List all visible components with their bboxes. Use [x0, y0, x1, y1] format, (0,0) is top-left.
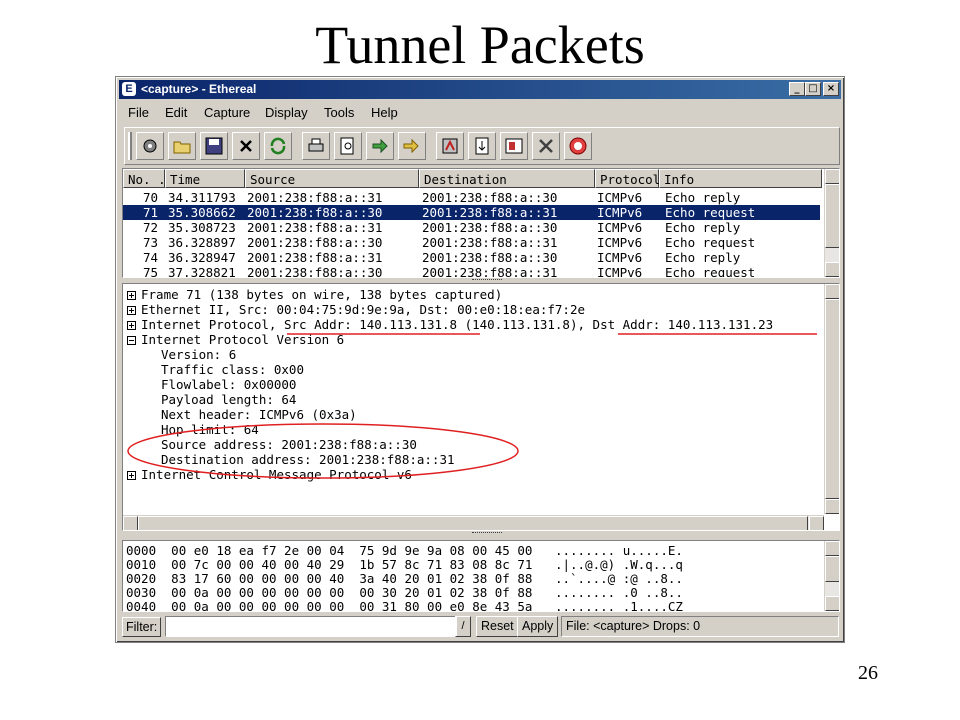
- hex-line[interactable]: 0040 00 0a 00 00 00 00 00 00 00 31 80 00…: [126, 599, 683, 611]
- column-header-source[interactable]: Source: [245, 169, 419, 188]
- status-bar: Filter: / Reset Apply File: <capture> Dr…: [119, 615, 841, 639]
- packet-list-header: No. . Time Source Destination Protocol I…: [123, 169, 823, 189]
- detail-hscrollbar[interactable]: [123, 515, 824, 530]
- packet-row[interactable]: 72 35.308723 2001:238:f88:a::31 2001:238:f8…: [123, 220, 820, 235]
- reload-icon[interactable]: [264, 132, 292, 160]
- prefs-icon[interactable]: [436, 132, 464, 160]
- scroll-up-button[interactable]: [825, 541, 839, 556]
- find-icon[interactable]: [334, 132, 362, 160]
- settings-icon[interactable]: [136, 132, 164, 160]
- slide-title: Tunnel Packets: [315, 15, 645, 75]
- scroll-thumb[interactable]: [825, 184, 839, 248]
- toolbar: [124, 127, 840, 165]
- tools-icon[interactable]: [532, 132, 560, 160]
- filter-input[interactable]: [165, 616, 457, 637]
- filter-dropdown-button[interactable]: /: [455, 616, 471, 637]
- menu-capture[interactable]: Capture: [204, 105, 250, 120]
- filter-icon[interactable]: [468, 132, 496, 160]
- hex-line[interactable]: 0010 00 7c 00 00 40 00 40 29 1b 57 8c 71…: [126, 557, 683, 572]
- app-icon: E: [122, 82, 136, 96]
- title-bar[interactable]: E <capture> - Ethereal _ □ ×: [119, 80, 841, 99]
- hscroll-thumb[interactable]: [138, 516, 808, 530]
- packet-row[interactable]: 74 36.328947 2001:238:f88:a::31 2001:238:f8…: [123, 250, 820, 265]
- column-header-no[interactable]: No. .: [123, 169, 166, 188]
- apply-button[interactable]: Apply: [517, 616, 559, 637]
- page-number: 26: [858, 662, 878, 684]
- packet-list-pane: No. . Time Source Destination Protocol I…: [122, 168, 840, 278]
- open-folder-icon[interactable]: [168, 132, 196, 160]
- splitter-grip[interactable]: [472, 532, 502, 535]
- toolbar-grip[interactable]: [128, 132, 132, 160]
- column-header-time[interactable]: Time: [165, 169, 245, 188]
- menu-file[interactable]: File: [128, 105, 149, 120]
- print-icon[interactable]: [302, 132, 330, 160]
- hex-line[interactable]: 0000 00 e0 18 ea f7 2e 00 04 75 9d 9e 9a…: [126, 543, 683, 558]
- filter-label-button[interactable]: Filter:: [122, 617, 162, 637]
- menu-help[interactable]: Help: [371, 105, 398, 120]
- column-header-protocol[interactable]: Protocol: [595, 169, 660, 188]
- scroll-up-button[interactable]: [825, 169, 839, 184]
- scroll-left-button[interactable]: [123, 516, 138, 530]
- scroll-down-button[interactable]: [825, 499, 839, 514]
- packet-detail-pane: Frame 71 (138 bytes on wire, 138 bytes c…: [122, 283, 840, 531]
- packet-row[interactable]: 73 36.328897 2001:238:f88:a::30 2001:238:f8…: [123, 235, 820, 250]
- maximize-button[interactable]: □: [805, 82, 821, 96]
- menu-edit[interactable]: Edit: [165, 105, 187, 120]
- help-icon[interactable]: [564, 132, 592, 160]
- ethereal-window: E <capture> - Ethereal _ □ × File Edit C…: [115, 76, 845, 643]
- menu-bar: File Edit Capture Display Tools Help: [119, 101, 841, 123]
- detail-scrollbar[interactable]: [824, 284, 839, 514]
- save-icon[interactable]: [200, 132, 228, 160]
- jump-icon[interactable]: [398, 132, 426, 160]
- scroll-thumb[interactable]: [825, 556, 839, 582]
- packet-row-selected[interactable]: 71 35.308662 2001:238:f88:a::30 2001:238:f8…: [123, 205, 820, 220]
- hex-scrollbar[interactable]: [824, 541, 839, 611]
- address-highlight-ellipse: [127, 423, 519, 479]
- go-forward-icon[interactable]: [366, 132, 394, 160]
- reset-button[interactable]: Reset: [476, 616, 519, 637]
- hex-line[interactable]: 0020 83 17 60 00 00 00 00 40 3a 40 20 01…: [126, 571, 683, 586]
- packet-list-scrollbar[interactable]: [824, 169, 839, 277]
- capture-status: File: <capture> Drops: 0: [561, 616, 839, 637]
- menu-tools[interactable]: Tools: [324, 105, 354, 120]
- hex-line[interactable]: 0030 00 0a 00 00 00 00 00 00 00 30 20 01…: [126, 585, 683, 600]
- close-button[interactable]: ×: [823, 82, 839, 96]
- packet-row[interactable]: 75 37.328821 2001:238:f88:a::30 2001:238:f8…: [123, 265, 820, 277]
- column-header-destination[interactable]: Destination: [419, 169, 595, 188]
- scroll-down-button[interactable]: [825, 262, 839, 277]
- annotation-overlay: [127, 333, 817, 479]
- column-header-info[interactable]: Info: [659, 169, 822, 188]
- close-x-icon[interactable]: [232, 132, 260, 160]
- pane-splitter[interactable]: [122, 532, 840, 536]
- hex-dump-pane: 0000 00 e0 18 ea f7 2e 00 04 75 9d 9e 9a…: [122, 540, 840, 612]
- menu-display[interactable]: Display: [265, 105, 308, 120]
- packet-row[interactable]: 70 34.311793 2001:238:f88:a::31 2001:238:f8…: [123, 190, 820, 205]
- scroll-right-button[interactable]: [809, 516, 824, 530]
- minimize-button[interactable]: _: [789, 82, 805, 96]
- scroll-down-button[interactable]: [825, 596, 839, 611]
- window-title: <capture> - Ethereal: [141, 82, 257, 96]
- scroll-up-button[interactable]: [825, 284, 839, 299]
- display-filter-icon[interactable]: [500, 132, 528, 160]
- splitter-grip[interactable]: [472, 279, 502, 282]
- scroll-thumb[interactable]: [825, 299, 839, 499]
